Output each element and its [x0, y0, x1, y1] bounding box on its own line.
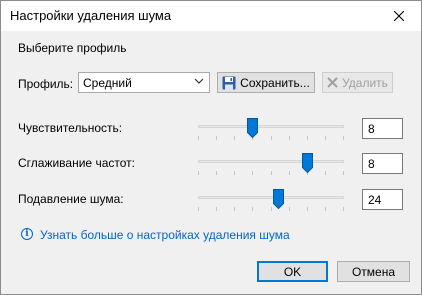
- delete-icon: [327, 77, 338, 88]
- slider-tick: [198, 136, 199, 140]
- slider-tick: [271, 136, 272, 140]
- sensitivity-slider-ticks: [198, 136, 344, 140]
- slider-tick: [289, 136, 290, 140]
- save-profile-button[interactable]: Сохранить...: [217, 72, 315, 93]
- slider-tick: [343, 136, 344, 140]
- slider-tick: [234, 171, 235, 175]
- delete-button-label: Удалить: [342, 75, 388, 90]
- slider-tick: [271, 171, 272, 175]
- title-bar[interactable]: Настройки удаления шума: [1, 1, 421, 31]
- slider-tick: [216, 207, 217, 211]
- slider-tick: [325, 207, 326, 211]
- slider-tick: [343, 207, 344, 211]
- save-button-label: Сохранить...: [240, 75, 310, 90]
- delete-profile-button[interactable]: Удалить: [322, 72, 393, 93]
- frequency-smoothing-slider-track[interactable]: [198, 160, 344, 163]
- info-icon: i: [21, 228, 33, 240]
- noise-suppression-slider-track[interactable]: [198, 196, 344, 199]
- profile-select-value: Средний: [83, 76, 132, 90]
- slider-tick: [234, 136, 235, 140]
- cancel-button-label: Отмена: [351, 264, 396, 279]
- sensitivity-value-field[interactable]: 8: [362, 118, 403, 139]
- cancel-button[interactable]: Отмена: [337, 261, 410, 282]
- slider-tick: [198, 207, 199, 211]
- slider-tick: [216, 136, 217, 140]
- learn-more-link[interactable]: Узнать больше о настройках удаления шума: [40, 228, 290, 242]
- slider-label-noise-suppression: Подавление шума:: [18, 192, 124, 206]
- slider-label-sensitivity: Чувствительность:: [18, 121, 123, 135]
- close-icon: [394, 11, 404, 21]
- noise-suppression-value-field[interactable]: 24: [362, 189, 403, 210]
- close-button[interactable]: [377, 1, 421, 31]
- chevron-down-icon: [194, 78, 204, 84]
- sensitivity-slider-track[interactable]: [198, 125, 344, 128]
- noise-suppression-slider-ticks: [198, 207, 344, 211]
- slider-label-frequency-smoothing: Сглаживание частот:: [18, 156, 135, 170]
- slider-tick: [234, 207, 235, 211]
- slider-tick: [216, 171, 217, 175]
- slider-tick: [198, 171, 199, 175]
- slider-tick: [325, 136, 326, 140]
- profile-label: Профиль:: [18, 77, 74, 91]
- save-icon: [222, 76, 236, 89]
- slider-tick: [289, 207, 290, 211]
- window-title: Настройки удаления шума: [10, 8, 172, 23]
- noise-suppression-slider-thumb[interactable]: [272, 189, 284, 209]
- frequency-smoothing-slider-thumb[interactable]: [302, 153, 313, 173]
- slider-tick: [307, 207, 308, 211]
- frequency-smoothing-slider-ticks: [198, 171, 344, 175]
- frequency-smoothing-value-field[interactable]: 8: [362, 153, 403, 174]
- slider-tick: [325, 171, 326, 175]
- ok-button-label: OK: [283, 264, 302, 279]
- slider-tick: [289, 171, 290, 175]
- slider-tick: [252, 207, 253, 211]
- slider-tick: [307, 136, 308, 140]
- slider-tick: [252, 171, 253, 175]
- slider-tick: [343, 171, 344, 175]
- sensitivity-slider-thumb[interactable]: [247, 118, 259, 138]
- profile-heading: Выберите профиль: [18, 41, 127, 55]
- dialog-body: Выберите профиль Профиль: Средний Сохран…: [1, 31, 421, 294]
- profile-select[interactable]: Средний: [78, 72, 210, 93]
- ok-button[interactable]: OK: [257, 261, 328, 282]
- noise-removal-dialog: Настройки удаления шума Выберите профиль…: [0, 0, 422, 295]
